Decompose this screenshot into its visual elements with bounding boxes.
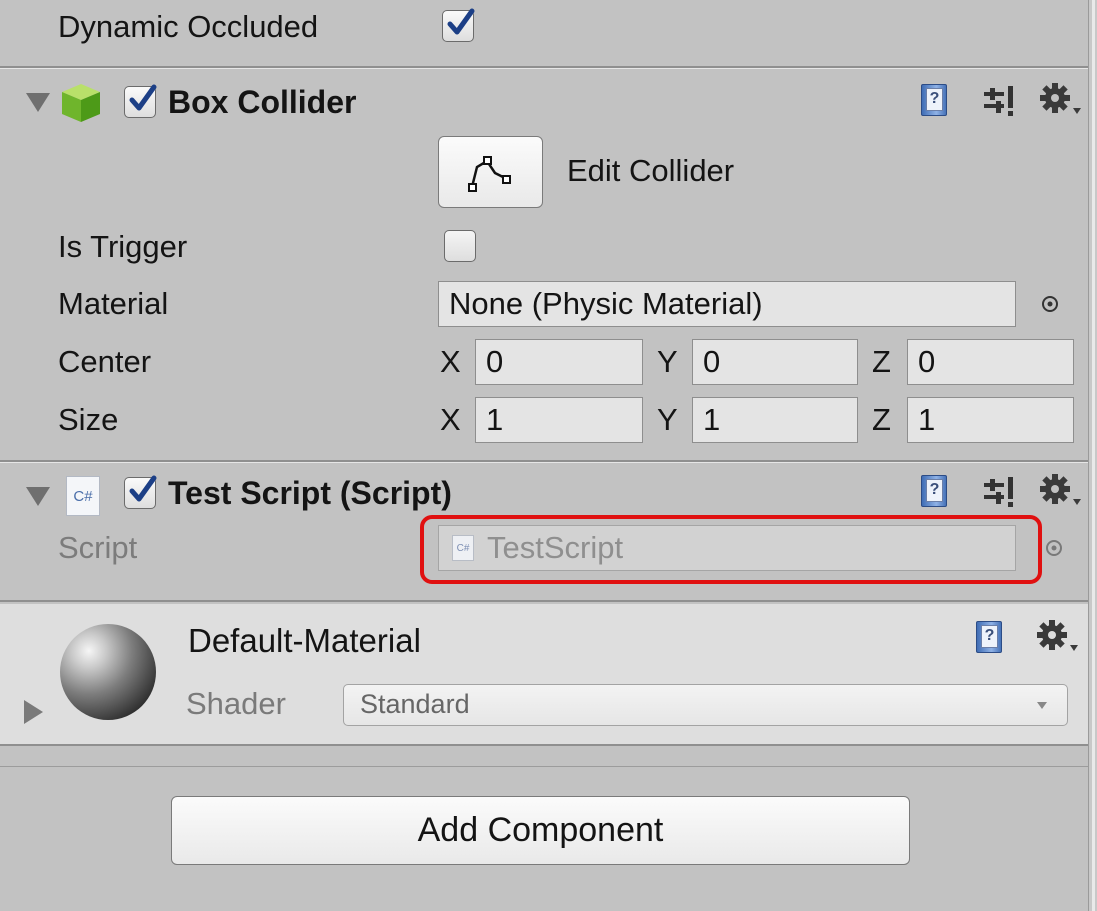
component-separator [0,744,1088,746]
green-cube-icon [58,80,104,126]
material-name: Default-Material [188,622,421,659]
component-separator [0,766,1088,767]
box-collider-foldout[interactable] [26,93,50,112]
test-script-title: Test Script (Script) [168,475,452,511]
size-z-label: Z [872,402,891,437]
material-header: Default-Material Shader Standard ? [0,604,1088,744]
help-book-icon[interactable]: ? [976,621,1002,653]
is-trigger-label: Is Trigger [58,229,188,264]
dropdown-arrow-icon [1037,702,1047,709]
material-field[interactable]: None (Physic Material) [438,281,1016,327]
gear-icon[interactable] [1037,80,1083,120]
size-x-field[interactable]: 1 [475,397,643,443]
shader-dropdown[interactable]: Standard [343,684,1068,726]
help-book-icon[interactable]: ? [921,475,947,507]
object-picker-icon[interactable] [1040,294,1060,314]
gear-icon[interactable] [1034,617,1080,657]
highlight-box [420,515,1042,584]
test-script-foldout[interactable] [26,487,50,506]
triangle-right-icon[interactable] [24,700,43,724]
box-collider-title: Box Collider [168,84,357,120]
script-label: Script [58,530,138,565]
component-separator [0,600,1088,602]
size-x-label: X [440,402,461,437]
size-y-field[interactable]: 1 [692,397,858,443]
box-collider-enabled-checkbox[interactable] [124,84,157,118]
component-separator-highlight [0,68,1088,69]
gear-icon[interactable] [1037,471,1083,511]
material-label: Material [58,286,169,321]
preset-sliders-icon[interactable] [980,84,1020,118]
add-component-button[interactable]: Add Component [171,796,910,865]
dynamic-occluded-label: Dynamic Occluded [58,9,319,44]
edit-collider-icon [468,156,511,192]
size-label: Size [58,402,119,437]
size-y-label: Y [657,402,678,437]
help-book-icon[interactable]: ? [921,84,947,116]
center-x-label: X [440,344,461,379]
size-z-field[interactable]: 1 [907,397,1074,443]
edit-collider-label: Edit Collider [567,153,735,188]
center-z-label: Z [872,344,891,379]
center-y-field[interactable]: 0 [692,339,858,385]
center-x-field[interactable]: 0 [475,339,643,385]
center-z-field[interactable]: 0 [907,339,1074,385]
edit-collider-button[interactable] [438,136,543,208]
is-trigger-checkbox[interactable] [444,230,476,262]
object-picker-icon [1044,538,1064,558]
dynamic-occluded-checkbox[interactable] [442,8,475,42]
test-script-enabled-checkbox[interactable] [124,475,157,509]
shader-label: Shader [186,686,286,721]
shader-value: Standard [360,689,470,719]
center-y-label: Y [657,344,678,379]
preset-sliders-icon[interactable] [980,475,1020,509]
csharp-script-icon: C# [66,476,100,516]
vertical-scrollbar[interactable] [1088,0,1097,911]
inspector-panel: Dynamic Occluded Box Collider ? Edit Col… [0,0,1088,911]
sphere-icon [60,624,156,720]
component-separator-highlight [0,462,1088,463]
center-label: Center [58,344,152,379]
